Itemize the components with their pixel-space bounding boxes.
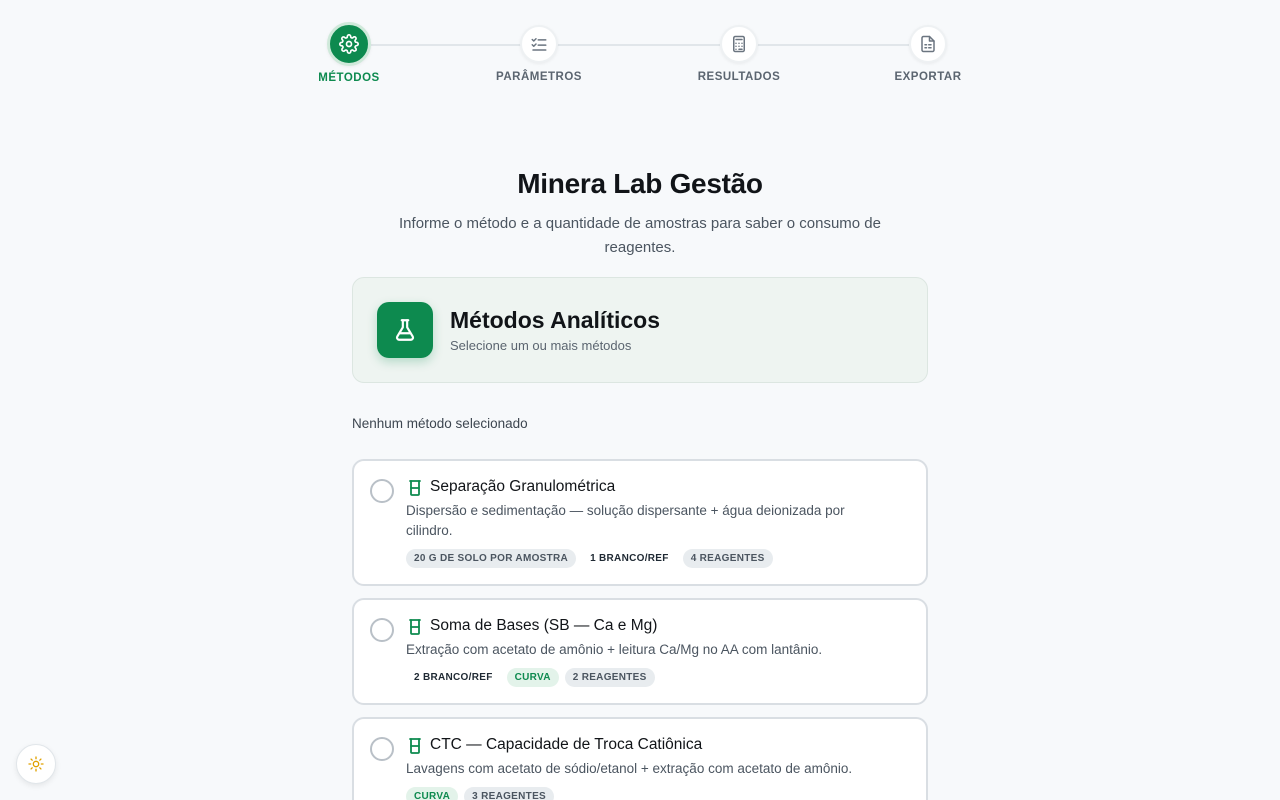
beaker-icon xyxy=(409,480,421,496)
method-card-separacao-granulometrica[interactable]: Separação Granulométrica Dispersão e sed… xyxy=(352,459,928,586)
method-card-ctc[interactable]: CTC — Capacidade de Troca Catiônica Lava… xyxy=(352,717,928,800)
document-icon xyxy=(921,35,935,53)
gear-icon xyxy=(339,34,359,54)
section-header-card: Métodos Analíticos Selecione um ou mais … xyxy=(352,277,928,383)
step-label: EXPORTAR xyxy=(894,71,962,83)
method-tag: 3 REAGENTES xyxy=(464,787,555,800)
step-circle xyxy=(520,25,558,63)
method-select-radio[interactable] xyxy=(370,479,394,503)
step-circle xyxy=(720,25,758,63)
method-tag: 20 G DE SOLO POR AMOSTRA xyxy=(406,549,577,568)
method-name: CTC — Capacidade de Troca Catiônica xyxy=(430,736,703,753)
step-exportar[interactable]: EXPORTAR xyxy=(868,22,988,83)
step-circle xyxy=(909,25,947,63)
step-label: MÉTODOS xyxy=(318,72,380,84)
method-select-radio[interactable] xyxy=(370,618,394,642)
beaker-icon xyxy=(409,738,421,754)
page-title: Minera Lab Gestão xyxy=(517,168,763,199)
step-label: PARÂMETROS xyxy=(496,71,582,83)
method-card-soma-de-bases[interactable]: Soma de Bases (SB — Ca e Mg) Extração co… xyxy=(352,598,928,705)
method-select-radio[interactable] xyxy=(370,737,394,761)
method-tag: CURVA xyxy=(406,787,459,800)
method-tags: CURVA 3 REAGENTES xyxy=(406,787,555,800)
section-icon-badge xyxy=(377,302,433,358)
step-metodos[interactable]: MÉTODOS xyxy=(289,22,409,84)
method-description: Lavagens com acetato de sódio/etanol + e… xyxy=(406,761,853,776)
step-resultados[interactable]: RESULTADOS xyxy=(679,22,799,83)
sun-icon xyxy=(28,756,44,772)
method-tag: 2 BRANCO/REF xyxy=(414,672,493,683)
calculator-icon xyxy=(733,35,745,53)
section-subtitle: Selecione um ou mais métodos xyxy=(450,338,632,353)
method-tags: 2 BRANCO/REF CURVA 2 REAGENTES xyxy=(406,668,655,687)
method-tag: CURVA xyxy=(506,668,559,687)
step-circle xyxy=(327,22,371,66)
step-label: RESULTADOS xyxy=(697,71,781,83)
step-parametros[interactable]: PARÂMETROS xyxy=(479,22,599,83)
progress-stepper: MÉTODOS PARÂMETROS RESULTADOS EXPORTAR xyxy=(0,22,1280,92)
method-tag: 2 REAGENTES xyxy=(564,668,655,687)
method-description: Dispersão e sedimentação — solução dispe… xyxy=(406,503,845,538)
list-check-icon xyxy=(531,38,547,51)
selection-status: Nenhum método selecionado xyxy=(352,416,528,431)
flask-icon xyxy=(395,319,415,341)
method-name: Separação Granulométrica xyxy=(430,478,616,495)
section-title: Métodos Analíticos xyxy=(450,307,660,333)
method-name: Soma de Bases (SB — Ca e Mg) xyxy=(430,617,658,634)
theme-toggle-button[interactable] xyxy=(16,744,56,784)
beaker-icon xyxy=(409,619,421,635)
method-description: Extração com acetato de amônio + leitura… xyxy=(406,642,823,657)
method-tags: 20 G DE SOLO POR AMOSTRA 1 BRANCO/REF 4 … xyxy=(406,549,773,568)
method-tag: 1 BRANCO/REF xyxy=(590,553,669,564)
page-subtitle: Informe o método e a quantidade de amost… xyxy=(399,215,881,256)
method-tag: 4 REAGENTES xyxy=(682,549,773,568)
